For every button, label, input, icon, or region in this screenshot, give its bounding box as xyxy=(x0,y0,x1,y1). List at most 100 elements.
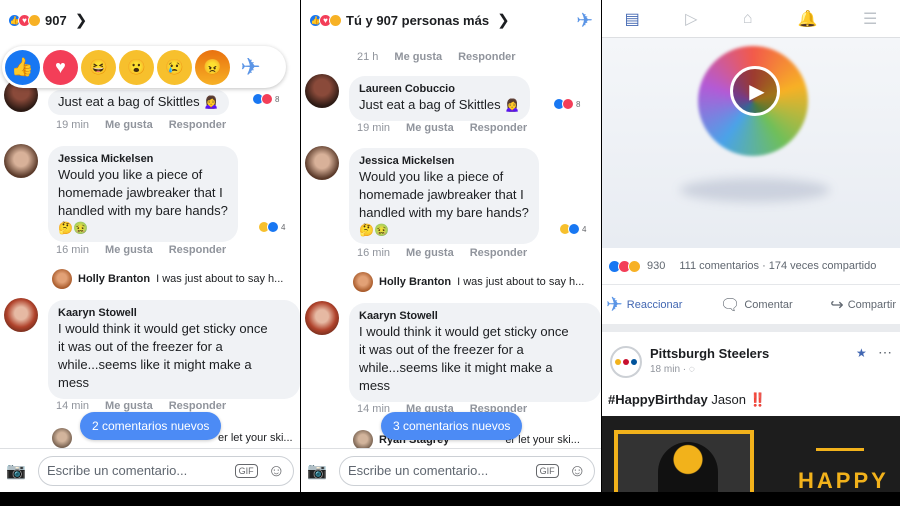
plane-reaction-button[interactable]: ✈ xyxy=(233,50,268,85)
star-icon[interactable]: ★ xyxy=(856,346,867,360)
comment-time: 14 min xyxy=(56,400,90,412)
comment-stickers: 🤔🤢 xyxy=(58,221,88,235)
comment-reaction-counter[interactable]: 4 xyxy=(258,221,285,233)
like-link[interactable]: Me gusta xyxy=(406,122,454,134)
comment-icon: 🗨 xyxy=(720,296,741,314)
comment-meta: 16 min Me gusta Responder xyxy=(357,247,527,259)
gif-button[interactable]: GIF xyxy=(535,463,559,478)
comment-text-line: homemade jawbreaker that I xyxy=(359,187,524,202)
news-feed-icon[interactable]: ▤ xyxy=(625,9,640,29)
like-link[interactable]: Me gusta xyxy=(406,247,454,259)
like-link[interactable]: Me gusta xyxy=(394,51,442,63)
reaction-icons: 👍 ♥ xyxy=(8,13,41,27)
wow-reaction-button[interactable]: 😮 xyxy=(119,49,154,85)
comment-reaction-counter[interactable]: 8 xyxy=(252,93,279,105)
page-name[interactable]: Pittsburgh Steelers xyxy=(650,346,769,361)
comment-author[interactable]: Kaaryn Stowell xyxy=(359,309,591,323)
emoji-icon[interactable]: ☺ xyxy=(268,461,285,481)
love-reaction-button[interactable]: ♥ xyxy=(43,49,78,85)
emoji-icon[interactable]: ☺ xyxy=(569,461,586,481)
angry-reaction-button[interactable]: 😠 xyxy=(195,49,230,85)
avatar[interactable] xyxy=(305,146,339,180)
like-link[interactable]: Me gusta xyxy=(105,400,153,412)
comment-author[interactable]: Laureen Cobuccio xyxy=(359,82,520,96)
like-link[interactable]: Me gusta xyxy=(105,244,153,256)
avatar xyxy=(52,428,72,448)
post-text: #HappyBirthday Jason ‼️ xyxy=(608,392,766,408)
comment-reaction-counter[interactable]: 8 xyxy=(553,98,580,110)
notifications-icon[interactable]: 🔔 xyxy=(798,9,818,29)
comment-author[interactable]: Jessica Mickelsen xyxy=(58,152,228,166)
page-avatar[interactable] xyxy=(610,346,642,378)
comment-author[interactable]: Kaaryn Stowell xyxy=(58,306,290,320)
comment-input[interactable]: Escribe un comentario... GIF ☺ xyxy=(38,455,294,486)
comment-bubble[interactable]: Just eat a bag of Skittles 🙍‍♀️ xyxy=(48,90,230,115)
avatar[interactable] xyxy=(4,298,38,332)
haha-reaction-button[interactable]: 😆 xyxy=(81,49,116,85)
banner-text: HAPPY xyxy=(798,468,889,492)
comment-text-line: homemade jawbreaker that I xyxy=(58,185,223,200)
watch-icon[interactable]: ▷ xyxy=(685,9,697,29)
comment-bubble[interactable]: Laureen Cobuccio Just eat a bag of Skitt… xyxy=(349,76,531,121)
reply-preview[interactable]: Holly Branton I was just about to say h.… xyxy=(52,269,294,289)
sad-reaction-button[interactable]: 😢 xyxy=(157,49,192,85)
gif-button[interactable]: GIF xyxy=(234,463,258,478)
comment-meta: 21 h Me gusta Responder xyxy=(357,51,516,63)
like-reaction-button[interactable]: 👍 xyxy=(5,49,40,85)
plane-icon[interactable]: ✈ xyxy=(576,8,593,33)
comment-reaction-counter[interactable]: 4 xyxy=(559,223,586,235)
avatar[interactable] xyxy=(305,74,339,108)
reply-text: er let your ski... xyxy=(218,432,293,444)
new-comments-pill[interactable]: 3 comentarios nuevos xyxy=(381,412,523,440)
comment-text-line: handled with my bare hands? xyxy=(58,203,228,218)
hashtag-link[interactable]: #HappyBirthday xyxy=(608,392,708,407)
reply-link[interactable]: Responder xyxy=(458,51,515,63)
reply-link[interactable]: Responder xyxy=(169,119,226,131)
chevron-right-icon[interactable]: ❯ xyxy=(497,11,510,29)
play-icon[interactable]: ▶ xyxy=(730,66,780,116)
reply-link[interactable]: Responder xyxy=(169,400,226,412)
reaction-count[interactable]: 930 xyxy=(647,260,665,272)
comment-count[interactable]: 111 comentarios xyxy=(679,260,759,272)
post-time: 18 min · xyxy=(650,364,689,375)
reaction-count: 4 xyxy=(281,222,286,232)
react-button[interactable]: ✈ Reaccionar xyxy=(606,292,682,317)
comment-input[interactable]: Escribe un comentario... GIF ☺ xyxy=(339,455,595,486)
comment-bubble[interactable]: Kaaryn Stowell I would think it would ge… xyxy=(48,300,300,399)
reply-link[interactable]: Responder xyxy=(470,247,527,259)
post-image[interactable]: HAPPY xyxy=(602,416,900,492)
comment-text-line: handled with my bare hands? xyxy=(359,205,529,220)
reply-link[interactable]: Responder xyxy=(470,122,527,134)
reply-link[interactable]: Responder xyxy=(169,244,226,256)
marketplace-icon[interactable]: ⌂ xyxy=(743,10,753,28)
menu-icon[interactable]: ☰ xyxy=(863,9,877,29)
camera-icon[interactable]: 📷 xyxy=(6,461,30,481)
new-comments-pill[interactable]: 2 comentarios nuevos xyxy=(80,412,222,440)
share-count[interactable]: 174 veces compartido xyxy=(769,260,877,272)
comment-meta: 16 min Me gusta Responder xyxy=(56,244,226,256)
comment-button[interactable]: 🗨 Comentar xyxy=(720,295,793,315)
avatar xyxy=(52,269,72,289)
avatar[interactable] xyxy=(4,144,38,178)
comment-placeholder: Escribe un comentario... xyxy=(47,463,188,478)
wow-icon xyxy=(628,259,641,273)
chevron-right-icon[interactable]: ❯ xyxy=(75,11,88,29)
reactions-summary-header[interactable]: 👍 ♥ Tú y 907 personas más ❯ ✈ xyxy=(301,0,601,40)
reply-text: I was just about to say h... xyxy=(156,273,284,285)
comment-bubble[interactable]: Jessica Mickelsen Would you like a piece… xyxy=(48,146,238,242)
share-button[interactable]: ↪ Compartir xyxy=(830,295,896,315)
post-timestamp[interactable]: 18 min · ◌ xyxy=(650,364,695,375)
comment-bubble[interactable]: Kaaryn Stowell I would think it would ge… xyxy=(349,303,601,402)
video-player[interactable]: ▶ xyxy=(602,38,900,248)
camera-icon[interactable]: 📷 xyxy=(307,461,331,481)
comment-meta: 14 min Me gusta Responder xyxy=(56,400,226,412)
reply-preview[interactable]: Holly Branton I was just about to say h.… xyxy=(353,272,595,292)
like-link[interactable]: Me gusta xyxy=(105,119,153,131)
comment-composer: 📷 Escribe un comentario... GIF ☺ xyxy=(301,448,601,492)
comment-bubble[interactable]: Jessica Mickelsen Would you like a piece… xyxy=(349,148,539,244)
comment-text-line: while...seems like it might make a xyxy=(359,360,553,375)
avatar[interactable] xyxy=(305,301,339,335)
comment-author[interactable]: Jessica Mickelsen xyxy=(359,154,529,168)
more-options-icon[interactable]: ⋯ xyxy=(878,344,892,361)
reactions-summary-header[interactable]: 👍 ♥ 907 ❯ xyxy=(0,0,300,40)
